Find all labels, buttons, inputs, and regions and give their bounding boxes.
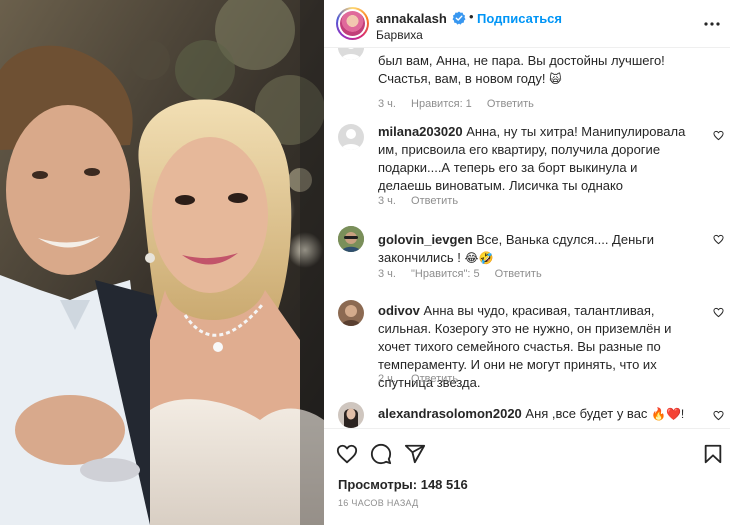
comment-username[interactable]: milana203020 — [378, 124, 463, 139]
comment-time[interactable]: 2 ч. — [378, 373, 396, 385]
comment-like-heart-icon[interactable] — [713, 307, 724, 318]
post-header: annakalash • Подписаться Барвиха — [324, 0, 730, 48]
comment-like-heart-icon[interactable] — [713, 130, 724, 141]
more-options-icon[interactable] — [702, 14, 722, 34]
comment-time[interactable]: 3 ч. — [378, 98, 396, 110]
post-time-ago[interactable]: 16 ЧАСОВ НАЗАД — [338, 498, 419, 508]
default-avatar-icon — [338, 124, 364, 150]
verified-badge-icon — [452, 11, 466, 25]
views-counter[interactable]: Просмотры: 148 516 — [338, 477, 468, 492]
reply-button[interactable]: Ответить — [487, 98, 534, 110]
comment-meta: 3 ч. Нравится: 1 Ответить — [378, 98, 546, 110]
user-photo-avatar — [338, 226, 364, 252]
comment-likes[interactable]: "Нравится": 5 — [411, 268, 480, 280]
post-video[interactable] — [0, 0, 324, 525]
comment-time[interactable]: 3 ч. — [378, 195, 396, 207]
follow-button[interactable]: Подписаться — [477, 11, 562, 26]
views-label: Просмотры: — [338, 477, 418, 492]
user-photo-avatar — [338, 300, 364, 326]
heart-icon[interactable] — [336, 443, 358, 465]
post-panel: annakalash • Подписаться Барвиха был вам… — [324, 0, 730, 525]
reply-button[interactable]: Ответить — [411, 373, 458, 385]
comment-meta: 3 ч. "Нравится": 5 Ответить — [378, 268, 554, 280]
comment-username[interactable]: golovin_ievgen — [378, 232, 473, 247]
commenter-avatar[interactable] — [338, 48, 364, 60]
commenter-avatar[interactable] — [338, 226, 364, 252]
comment-username[interactable]: odivov — [378, 303, 420, 318]
comment-text: был вам, Анна, не пара. Вы достойны лучш… — [378, 53, 665, 86]
comment-emoji: 😂🤣 — [464, 251, 494, 265]
comment-emoji: 🙀 — [549, 72, 562, 86]
author-avatar[interactable] — [336, 7, 369, 40]
bookmark-icon[interactable] — [702, 443, 724, 465]
comments-list[interactable]: был вам, Анна, не пара. Вы достойны лучш… — [324, 48, 730, 428]
reply-button[interactable]: Ответить — [411, 195, 458, 207]
comment-like-heart-icon[interactable] — [713, 410, 724, 421]
comment-text: Аня ,все будет у вас — [525, 406, 648, 421]
comment-username[interactable]: alexandrasolomon2020 — [378, 406, 522, 421]
comment-like-heart-icon[interactable] — [713, 234, 724, 245]
separator-dot: • — [469, 9, 474, 24]
video-frame-image — [0, 0, 324, 525]
author-username[interactable]: annakalash — [376, 11, 447, 26]
comment-likes[interactable]: Нравится: 1 — [411, 98, 472, 110]
post-location[interactable]: Барвиха — [376, 28, 423, 42]
user-photo-avatar — [338, 402, 364, 428]
commenter-avatar[interactable] — [338, 124, 364, 150]
comment-emoji: 🔥❤️! — [651, 407, 685, 421]
reply-button[interactable]: Ответить — [495, 268, 542, 280]
commenter-avatar[interactable] — [338, 402, 364, 428]
comment-meta: 2 ч. Ответить — [378, 373, 470, 385]
comment-icon[interactable] — [370, 443, 392, 465]
default-avatar-icon — [338, 48, 364, 60]
comment-meta: 3 ч. Ответить — [378, 195, 470, 207]
post-actions-bar — [324, 428, 730, 478]
comment-time[interactable]: 3 ч. — [378, 268, 396, 280]
views-count: 148 516 — [420, 477, 468, 492]
share-icon[interactable] — [404, 443, 426, 465]
commenter-avatar[interactable] — [338, 300, 364, 326]
